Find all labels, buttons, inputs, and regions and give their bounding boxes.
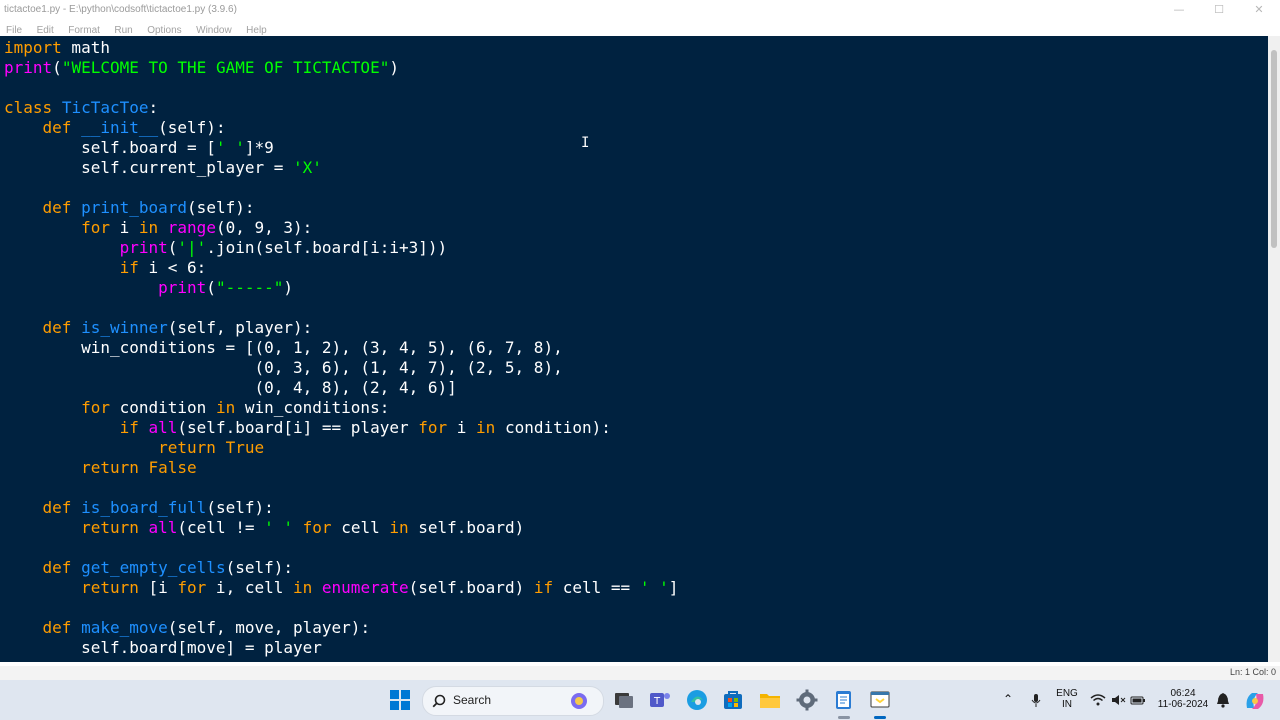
- menu-file[interactable]: File: [6, 23, 22, 36]
- show-hidden-icons-chevron-icon[interactable]: ⌃: [1000, 692, 1016, 706]
- code-line[interactable]: [4, 598, 678, 618]
- code-line[interactable]: return False: [4, 458, 678, 478]
- code-line[interactable]: self.current_player = 'X': [4, 158, 678, 178]
- menu-edit[interactable]: Edit: [37, 23, 54, 36]
- code-line[interactable]: return all(cell != ' ' for cell in self.…: [4, 518, 678, 538]
- text-cursor-icon: I: [581, 135, 590, 151]
- code-line[interactable]: def __init__(self):: [4, 118, 678, 138]
- search-highlight-icon: [571, 693, 587, 709]
- active-window-indicator: [874, 716, 886, 719]
- code-line[interactable]: win_conditions = [(0, 1, 2), (3, 4, 5), …: [4, 338, 678, 358]
- edge-browser-icon[interactable]: [685, 688, 709, 712]
- menu-bar: File Edit Format Run Options Window Help: [0, 20, 1280, 36]
- menu-window[interactable]: Window: [196, 23, 232, 36]
- code-line[interactable]: [4, 78, 678, 98]
- clock[interactable]: 06:24 11-06-2024: [1152, 688, 1214, 710]
- wifi-icon[interactable]: [1090, 692, 1106, 708]
- code-line[interactable]: [4, 478, 678, 498]
- menu-options[interactable]: Options: [147, 23, 181, 36]
- python-idle-icon[interactable]: [868, 688, 892, 712]
- windows-start-icon[interactable]: [388, 688, 412, 712]
- code-line[interactable]: def make_move(self, move, player):: [4, 618, 678, 638]
- code-line[interactable]: if i < 6:: [4, 258, 678, 278]
- taskbar: Search T ⌃ ENG IN 06:24 11-06-2024: [0, 680, 1280, 720]
- code-line[interactable]: class TicTacToe:: [4, 98, 678, 118]
- code-line[interactable]: [4, 538, 678, 558]
- microphone-icon[interactable]: [1028, 692, 1044, 708]
- task-view-icon[interactable]: [612, 688, 636, 712]
- code-line[interactable]: def is_winner(self, player):: [4, 318, 678, 338]
- code-editor[interactable]: import math print("WELCOME TO THE GAME OF…: [0, 36, 1268, 662]
- maximize-button[interactable]: ☐: [1200, 2, 1238, 18]
- code-line[interactable]: (0, 4, 8), (2, 4, 6)]: [4, 378, 678, 398]
- code-text[interactable]: import math print("WELCOME TO THE GAME OF…: [4, 38, 678, 658]
- file-explorer-icon[interactable]: [758, 688, 782, 712]
- code-line[interactable]: print('|'.join(self.board[i:i+3])): [4, 238, 678, 258]
- language-indicator[interactable]: ENG IN: [1052, 688, 1082, 710]
- code-line[interactable]: def is_board_full(self):: [4, 498, 678, 518]
- search-icon: [432, 694, 446, 708]
- menu-format[interactable]: Format: [68, 23, 100, 36]
- code-line[interactable]: import math: [4, 38, 678, 58]
- settings-gear-icon[interactable]: [795, 688, 819, 712]
- status-bar: Ln: 1 Col: 0: [0, 666, 1280, 680]
- window-title: tictactoe1.py - E:\python\codsoft\tictac…: [4, 4, 237, 15]
- code-line[interactable]: print("-----"): [4, 278, 678, 298]
- title-bar: tictactoe1.py - E:\python\codsoft\tictac…: [0, 0, 1280, 20]
- svg-text:T: T: [653, 696, 661, 707]
- code-line[interactable]: def print_board(self):: [4, 198, 678, 218]
- clock-date: 11-06-2024: [1157, 699, 1209, 710]
- teams-icon[interactable]: T: [648, 688, 672, 712]
- notepad-icon[interactable]: [832, 688, 856, 712]
- microsoft-store-icon[interactable]: [721, 688, 745, 712]
- code-line[interactable]: [4, 178, 678, 198]
- code-line[interactable]: self.board[move] = player: [4, 638, 678, 658]
- clock-time: 06:24: [1170, 688, 1196, 699]
- code-line[interactable]: def get_empty_cells(self):: [4, 558, 678, 578]
- volume-muted-icon[interactable]: [1110, 692, 1126, 708]
- battery-icon[interactable]: [1130, 692, 1146, 708]
- code-line[interactable]: return [i for i, cell in enumerate(self.…: [4, 578, 678, 598]
- minimize-button[interactable]: —: [1160, 2, 1198, 18]
- code-line[interactable]: (0, 3, 6), (1, 4, 7), (2, 5, 8),: [4, 358, 678, 378]
- taskbar-search[interactable]: Search: [422, 686, 604, 716]
- code-line[interactable]: for condition in win_conditions:: [4, 398, 678, 418]
- close-button[interactable]: ✕: [1240, 2, 1278, 18]
- cursor-position: Ln: 1 Col: 0: [1229, 667, 1276, 677]
- running-indicator: [838, 716, 850, 719]
- vertical-scrollbar[interactable]: [1268, 36, 1280, 662]
- code-line[interactable]: return True: [4, 438, 678, 458]
- menu-run[interactable]: Run: [114, 23, 132, 36]
- menu-help[interactable]: Help: [246, 23, 267, 36]
- code-line[interactable]: [4, 298, 678, 318]
- search-label: Search: [453, 693, 492, 707]
- code-line[interactable]: for i in range(0, 9, 3):: [4, 218, 678, 238]
- code-line[interactable]: print("WELCOME TO THE GAME OF TICTACTOE"…: [4, 58, 678, 78]
- copilot-icon[interactable]: [1242, 688, 1268, 714]
- language-region: IN: [1062, 699, 1072, 710]
- language-code: ENG: [1056, 688, 1078, 699]
- notification-bell-icon[interactable]: [1216, 692, 1230, 708]
- scrollbar-thumb[interactable]: [1271, 50, 1277, 248]
- code-line[interactable]: if all(self.board[i] == player for i in …: [4, 418, 678, 438]
- code-line[interactable]: self.board = [' ']*9: [4, 138, 678, 158]
